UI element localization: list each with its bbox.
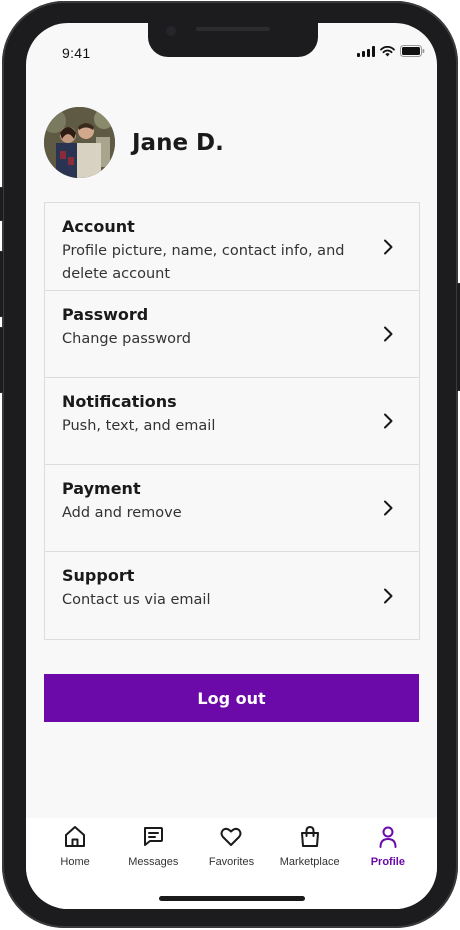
- menu-item-payment[interactable]: Payment Add and remove: [45, 465, 419, 552]
- logout-button[interactable]: Log out: [44, 674, 419, 722]
- menu-item-account[interactable]: Account Profile picture, name, contact i…: [45, 203, 419, 291]
- profile-header: Jane D.: [44, 107, 224, 178]
- signal-icon: [357, 45, 375, 57]
- shopping-bag-icon: [300, 825, 319, 847]
- heart-icon: [220, 827, 242, 846]
- speaker: [196, 27, 270, 31]
- menu-item-password[interactable]: Password Change password: [45, 291, 419, 378]
- chevron-right-icon: [384, 326, 393, 342]
- tab-label: Favorites: [208, 856, 255, 868]
- screen: 9:41 Jane D. Account Profile picture, na…: [26, 23, 437, 909]
- menu-item-title: Notifications: [62, 392, 177, 411]
- menu-item-notifications[interactable]: Notifications Push, text, and email: [45, 378, 419, 465]
- tab-label: Marketplace: [279, 856, 340, 868]
- volume-up-button: [0, 251, 3, 317]
- home-icon: [65, 826, 86, 847]
- menu-item-title: Account: [62, 217, 135, 236]
- home-indicator[interactable]: [159, 896, 305, 901]
- menu-item-title: Support: [62, 566, 135, 585]
- profile-name: Jane D.: [132, 129, 224, 156]
- menu-item-description: Add and remove: [62, 505, 182, 521]
- chevron-right-icon: [384, 413, 393, 429]
- status-icons: [357, 45, 425, 57]
- tab-profile[interactable]: Profile: [349, 824, 427, 909]
- tab-label: Profile: [370, 856, 405, 868]
- tab-label: Messages: [128, 856, 179, 868]
- menu-item-description: Push, text, and email: [62, 418, 216, 434]
- messages-icon: [144, 827, 164, 846]
- wifi-icon: [380, 45, 395, 57]
- settings-menu: Account Profile picture, name, contact i…: [44, 202, 420, 640]
- chevron-right-icon: [384, 239, 393, 254]
- menu-item-description: Change password: [62, 331, 191, 347]
- tab-home[interactable]: Home: [36, 824, 114, 909]
- silent-switch: [0, 187, 3, 221]
- chevron-right-icon: [384, 588, 393, 603]
- tab-label: Home: [60, 856, 90, 868]
- profile-icon: [379, 826, 397, 848]
- menu-item-description: Contact us via email: [62, 592, 211, 608]
- chevron-right-icon: [384, 500, 393, 516]
- phone-frame: 9:41 Jane D. Account Profile picture, na…: [0, 1, 460, 928]
- camera: [166, 26, 176, 36]
- menu-item-description: Profile picture, name, contact info, and…: [62, 243, 345, 282]
- menu-item-support[interactable]: Support Contact us via email: [45, 552, 419, 639]
- menu-item-title: Password: [62, 305, 149, 324]
- notch: [148, 23, 318, 57]
- status-time: 9:41: [62, 45, 91, 61]
- volume-down-button: [0, 327, 3, 393]
- avatar[interactable]: [44, 107, 115, 178]
- battery-icon: [400, 45, 425, 57]
- menu-item-title: Payment: [62, 479, 141, 498]
